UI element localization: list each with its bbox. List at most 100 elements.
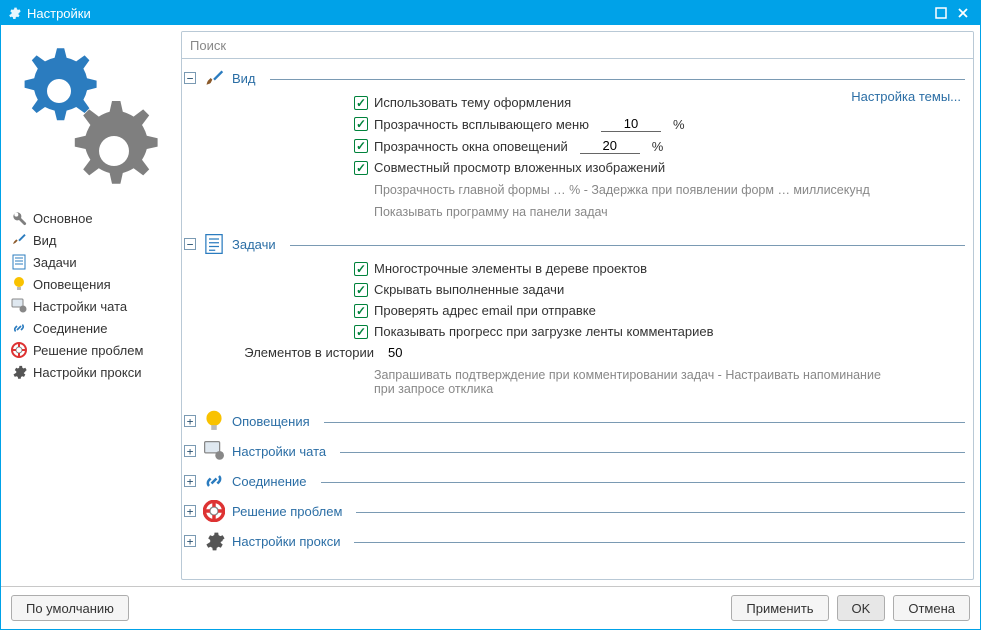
checkbox-popup-opacity[interactable] (354, 117, 368, 131)
bulb-icon (11, 276, 27, 292)
link-icon (202, 470, 226, 492)
expand-toggle[interactable]: + (184, 475, 196, 487)
suffix-percent: % (673, 117, 685, 132)
collapse-toggle[interactable]: − (184, 72, 196, 84)
nav-label: Решение проблем (33, 343, 143, 358)
input-notify-opacity[interactable] (580, 138, 640, 154)
checkbox-multiline[interactable] (354, 262, 368, 276)
section-title: Вид (232, 71, 256, 86)
checkbox-notify-opacity[interactable] (354, 139, 368, 153)
checkbox-use-theme[interactable] (354, 96, 368, 110)
theme-settings-link[interactable]: Настройка темы... (851, 89, 961, 104)
cancel-button[interactable]: Отмена (893, 595, 970, 621)
collapse-toggle[interactable]: − (184, 238, 196, 250)
section-title: Решение проблем (232, 504, 342, 519)
content-scroll[interactable]: − Вид Настройка темы... Использовать тем… (182, 59, 973, 579)
divider (356, 512, 965, 513)
label-popup-opacity: Прозрачность всплывающего меню (374, 117, 589, 132)
label-history: Элементов в истории (224, 345, 374, 360)
settings-small-icon (7, 6, 21, 20)
gear-icon (202, 530, 226, 552)
nav-item-main[interactable]: Основное (7, 208, 177, 228)
body: Основное Вид Задачи Оповещения Настройки… (1, 25, 980, 586)
nav-label: Оповещения (33, 277, 111, 292)
section-tasks: − Задачи Многострочные элементы в дереве… (184, 233, 965, 402)
apply-button[interactable]: Применить (731, 595, 828, 621)
nav-item-view[interactable]: Вид (7, 230, 177, 250)
nav-item-chat[interactable]: Настройки чата (7, 296, 177, 316)
nav-label: Задачи (33, 255, 77, 270)
nav-label: Соединение (33, 321, 108, 336)
input-popup-opacity[interactable] (601, 116, 661, 132)
footer: По умолчанию Применить OK Отмена (1, 586, 980, 629)
section-title: Задачи (232, 237, 276, 252)
bulb-icon (202, 410, 226, 432)
search-input[interactable] (182, 32, 973, 58)
section-notifications-collapsed: + Оповещения (184, 410, 965, 432)
checkbox-joint-view[interactable] (354, 161, 368, 175)
chat-settings-icon (202, 440, 226, 462)
document-icon (11, 254, 27, 270)
lifebuoy-icon (202, 500, 226, 522)
label-joint-view: Совместный просмотр вложенных изображени… (374, 160, 665, 175)
maximize-button[interactable] (930, 3, 952, 23)
section-proxy-collapsed: + Настройки прокси (184, 530, 965, 552)
nav-list: Основное Вид Задачи Оповещения Настройки… (7, 206, 177, 384)
nav-item-connection[interactable]: Соединение (7, 318, 177, 338)
label-multiline: Многострочные элементы в дереве проектов (374, 261, 647, 276)
divider (270, 79, 965, 80)
titlebar: Настройки (1, 1, 980, 25)
section-title: Оповещения (232, 414, 310, 429)
settings-logo (7, 31, 177, 206)
nav-item-proxy[interactable]: Настройки прокси (7, 362, 177, 382)
window-title: Настройки (27, 6, 930, 21)
close-button[interactable] (952, 3, 974, 23)
expand-toggle[interactable]: + (184, 415, 196, 427)
expand-toggle[interactable]: + (184, 505, 196, 517)
label-check-email: Проверять адрес email при отправке (374, 303, 596, 318)
checkbox-hide-done[interactable] (354, 283, 368, 297)
section-title: Настройки прокси (232, 534, 340, 549)
label-notify-opacity: Прозрачность окна оповещений (374, 139, 568, 154)
section-title: Настройки чата (232, 444, 326, 459)
nav-label: Настройки прокси (33, 365, 141, 380)
grey-hint-vid-1: Прозрачность главной формы … % - Задержк… (354, 181, 965, 197)
section-view: − Вид Настройка темы... Использовать тем… (184, 67, 965, 225)
wrench-icon (11, 210, 27, 226)
main-panel: − Вид Настройка темы... Использовать тем… (181, 31, 974, 580)
brush-icon (202, 67, 226, 89)
checkbox-show-progress[interactable] (354, 325, 368, 339)
divider (354, 542, 965, 543)
nav-label: Вид (33, 233, 57, 248)
nav-label: Основное (33, 211, 93, 226)
section-chat-collapsed: + Настройки чата (184, 440, 965, 462)
defaults-button[interactable]: По умолчанию (11, 595, 129, 621)
grey-hint-vid-2: Показывать программу на панели задач (354, 203, 965, 219)
divider (321, 482, 966, 483)
label-show-progress: Показывать прогресс при загрузке ленты к… (374, 324, 714, 339)
divider (324, 422, 965, 423)
sidebar: Основное Вид Задачи Оповещения Настройки… (7, 31, 177, 580)
expand-toggle[interactable]: + (184, 535, 196, 547)
ok-button[interactable]: OK (837, 595, 886, 621)
divider (290, 245, 965, 246)
settings-window: Настройки (0, 0, 981, 630)
nav-item-troubleshoot[interactable]: Решение проблем (7, 340, 177, 360)
brush-icon (11, 232, 27, 248)
link-icon (11, 320, 27, 336)
checkbox-check-email[interactable] (354, 304, 368, 318)
grey-hint-tasks: Запрашивать подтверждение при комментиро… (354, 366, 965, 396)
document-icon (202, 233, 226, 255)
label-use-theme: Использовать тему оформления (374, 95, 571, 110)
section-title: Соединение (232, 474, 307, 489)
section-troubleshoot-collapsed: + Решение проблем (184, 500, 965, 522)
nav-label: Настройки чата (33, 299, 127, 314)
nav-item-tasks[interactable]: Задачи (7, 252, 177, 272)
expand-toggle[interactable]: + (184, 445, 196, 457)
input-history[interactable] (388, 345, 468, 360)
lifebuoy-icon (11, 342, 27, 358)
gear-icon (11, 364, 27, 380)
label-hide-done: Скрывать выполненные задачи (374, 282, 564, 297)
nav-item-notifications[interactable]: Оповещения (7, 274, 177, 294)
search-row (182, 32, 973, 59)
